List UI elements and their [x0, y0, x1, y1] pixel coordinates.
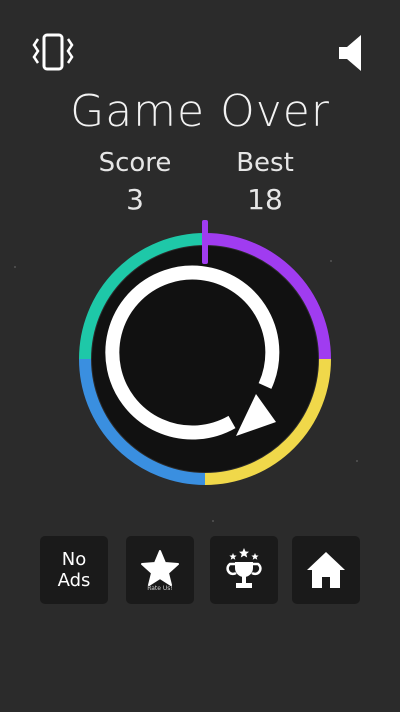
- trophy-icon: [226, 548, 262, 588]
- no-ads-label-line1: No: [61, 549, 87, 570]
- star-icon: [141, 549, 179, 586]
- score-label: Score: [98, 148, 172, 178]
- leaderboard-button[interactable]: [210, 536, 278, 604]
- speaker-icon: [339, 35, 361, 71]
- rate-us-button[interactable]: Rate Us!: [126, 536, 194, 604]
- wheel-indicator: [202, 220, 208, 264]
- game-over-title: Game Over: [70, 86, 330, 137]
- game-over-screen: Game Over Score 3 Best 18 No Ads Rate Us…: [0, 0, 400, 712]
- vibrate-toggle-button[interactable]: [28, 30, 78, 76]
- sound-toggle-button[interactable]: [326, 30, 376, 76]
- best-label: Best: [236, 148, 294, 178]
- vibrate-icon: [32, 33, 74, 71]
- rate-us-label: Rate Us!: [147, 584, 173, 592]
- best-block: Best 18: [205, 146, 325, 220]
- background-speck: [356, 460, 358, 462]
- home-icon: [307, 552, 345, 588]
- no-ads-label-line2: Ads: [57, 570, 91, 591]
- home-button[interactable]: [292, 536, 360, 604]
- action-buttons-row: No Ads Rate Us!: [40, 536, 362, 606]
- background-speck: [212, 520, 214, 522]
- color-wheel: [60, 214, 350, 504]
- no-ads-button[interactable]: No Ads: [40, 536, 108, 604]
- background-speck: [14, 266, 16, 268]
- score-block: Score 3: [75, 146, 195, 220]
